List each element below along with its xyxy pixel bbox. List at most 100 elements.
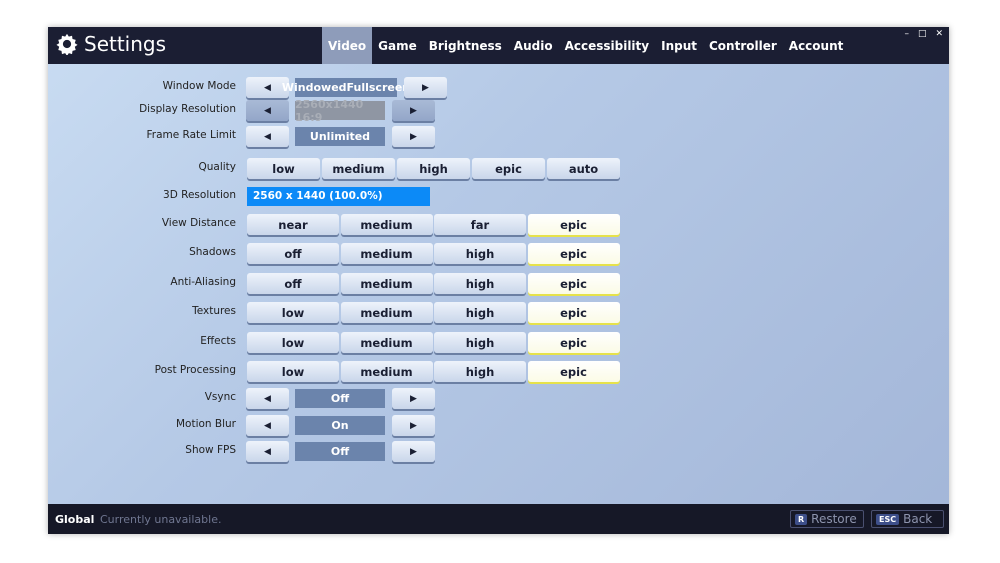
textures-medium-button[interactable]: medium [340, 302, 433, 323]
label-3d-resolution: 3D Resolution [163, 189, 236, 201]
motion-blur-value: On [295, 416, 385, 435]
quality-high-button[interactable]: high [397, 158, 470, 179]
effects-high-button[interactable]: high [434, 332, 526, 353]
quality-medium-button[interactable]: medium [322, 158, 395, 179]
back-button[interactable]: ESC Back [871, 510, 944, 528]
window-mode-next-button[interactable]: ▶ [404, 77, 447, 98]
show-fps-prev-button[interactable]: ◀ [246, 441, 289, 462]
footer-bar: Global Currently unavailable. R Restore … [48, 504, 949, 534]
textures-epic-button[interactable]: epic [527, 302, 620, 323]
maximize-icon[interactable]: □ [918, 29, 927, 39]
view-distance-near-button[interactable]: near [247, 214, 339, 235]
view-distance-medium-button[interactable]: medium [340, 214, 433, 235]
label-motion-blur: Motion Blur [175, 418, 236, 430]
tab-bar: Video Game Brightness Audio Accessibility Inp… [322, 27, 849, 64]
quality-auto-button[interactable]: auto [547, 158, 620, 179]
settings-title: Settings [56, 32, 166, 56]
display-resolution-prev-button[interactable]: ◀ [246, 100, 289, 121]
quality-epic-button[interactable]: epic [472, 158, 545, 179]
page-title: Settings [84, 32, 167, 56]
view-distance-epic-button[interactable]: epic [527, 214, 620, 235]
label-shadows: Shadows [189, 246, 236, 258]
label-window-mode: Window Mode [162, 80, 236, 92]
arrow-left-icon: ◀ [264, 105, 271, 116]
arrow-left-icon: ◀ [264, 131, 271, 142]
show-fps-next-button[interactable]: ▶ [392, 441, 435, 462]
view-distance-far-button[interactable]: far [434, 214, 526, 235]
textures-high-button[interactable]: high [434, 302, 526, 323]
anti-aliasing-epic-button[interactable]: epic [527, 273, 620, 294]
vsync-value: Off [295, 389, 385, 408]
scope-label: Global [55, 513, 95, 526]
post-processing-epic-button[interactable]: epic [527, 361, 620, 382]
display-resolution-next-button[interactable]: ▶ [392, 100, 435, 121]
quality-low-button[interactable]: low [247, 158, 320, 179]
arrow-left-icon: ◀ [264, 393, 271, 404]
frame-rate-limit-value: Unlimited [295, 127, 385, 146]
arrow-right-icon: ▶ [410, 393, 417, 404]
anti-aliasing-high-button[interactable]: high [434, 273, 526, 294]
arrow-left-icon: ◀ [264, 420, 271, 431]
shadows-epic-button[interactable]: epic [527, 243, 620, 264]
shadows-medium-button[interactable]: medium [340, 243, 433, 264]
shadows-high-button[interactable]: high [434, 243, 526, 264]
label-textures: Textures [192, 305, 236, 317]
anti-aliasing-off-button[interactable]: off [247, 273, 339, 294]
display-resolution-value: 2560x1440 16:9 [295, 98, 385, 124]
tab-controller[interactable]: Controller [703, 27, 783, 64]
label-view-distance: View Distance [161, 217, 236, 229]
arrow-right-icon: ▶ [410, 105, 417, 116]
motion-blur-prev-button[interactable]: ◀ [246, 415, 289, 436]
effects-epic-button[interactable]: epic [527, 332, 620, 353]
textures-low-button[interactable]: low [247, 302, 339, 323]
tab-accessibility[interactable]: Accessibility [559, 27, 656, 64]
frame-rate-limit-prev-button[interactable]: ◀ [246, 126, 289, 147]
motion-blur-next-button[interactable]: ▶ [392, 415, 435, 436]
vsync-prev-button[interactable]: ◀ [246, 388, 289, 409]
window-mode-value: WindowedFullscreen [282, 78, 410, 97]
vsync-next-button[interactable]: ▶ [392, 388, 435, 409]
tab-video[interactable]: Video [322, 27, 373, 64]
arrow-left-icon: ◀ [264, 446, 271, 457]
settings-window: Settings Video Game Brightness Audio Accessi… [48, 27, 949, 534]
post-processing-medium-button[interactable]: medium [340, 361, 433, 382]
tab-brightness[interactable]: Brightness [423, 27, 508, 64]
anti-aliasing-medium-button[interactable]: medium [340, 273, 433, 294]
post-processing-low-button[interactable]: low [247, 361, 339, 382]
label-vsync: Vsync [204, 391, 236, 403]
back-label: Back [903, 512, 933, 526]
label-frame-rate-limit: Frame Rate Limit [146, 129, 237, 141]
arrow-right-icon: ▶ [422, 82, 429, 93]
label-effects: Effects [200, 335, 236, 347]
tab-input[interactable]: Input [655, 27, 703, 64]
shadows-off-button[interactable]: off [247, 243, 339, 264]
arrow-right-icon: ▶ [410, 420, 417, 431]
tab-audio[interactable]: Audio [508, 27, 559, 64]
3d-resolution-slider[interactable]: 2560 x 1440 (100.0%) [247, 187, 430, 206]
label-anti-aliasing: Anti-Aliasing [170, 276, 236, 288]
tab-account[interactable]: Account [783, 27, 850, 64]
arrow-right-icon: ▶ [410, 131, 417, 142]
label-quality: Quality [198, 161, 236, 173]
window-controls: – □ ✕ [904, 29, 943, 39]
arrow-right-icon: ▶ [410, 446, 417, 457]
restore-button[interactable]: R Restore [790, 510, 864, 528]
effects-medium-button[interactable]: medium [340, 332, 433, 353]
r-key-icon: R [795, 513, 808, 525]
show-fps-value: Off [295, 442, 385, 461]
gear-icon [56, 33, 78, 55]
label-post-processing: Post Processing [154, 364, 236, 376]
close-icon[interactable]: ✕ [935, 29, 943, 39]
frame-rate-limit-next-button[interactable]: ▶ [392, 126, 435, 147]
esc-key-icon: ESC [876, 513, 900, 525]
label-display-resolution: Display Resolution [139, 103, 236, 115]
tab-game[interactable]: Game [372, 27, 423, 64]
restore-label: Restore [811, 512, 857, 526]
header-bar: Settings Video Game Brightness Audio Accessi… [48, 27, 949, 64]
effects-low-button[interactable]: low [247, 332, 339, 353]
status-text: Currently unavailable. [100, 513, 222, 526]
label-show-fps: Show FPS [185, 444, 236, 456]
post-processing-high-button[interactable]: high [434, 361, 526, 382]
arrow-left-icon: ◀ [264, 82, 271, 93]
minimize-icon[interactable]: – [904, 29, 909, 39]
